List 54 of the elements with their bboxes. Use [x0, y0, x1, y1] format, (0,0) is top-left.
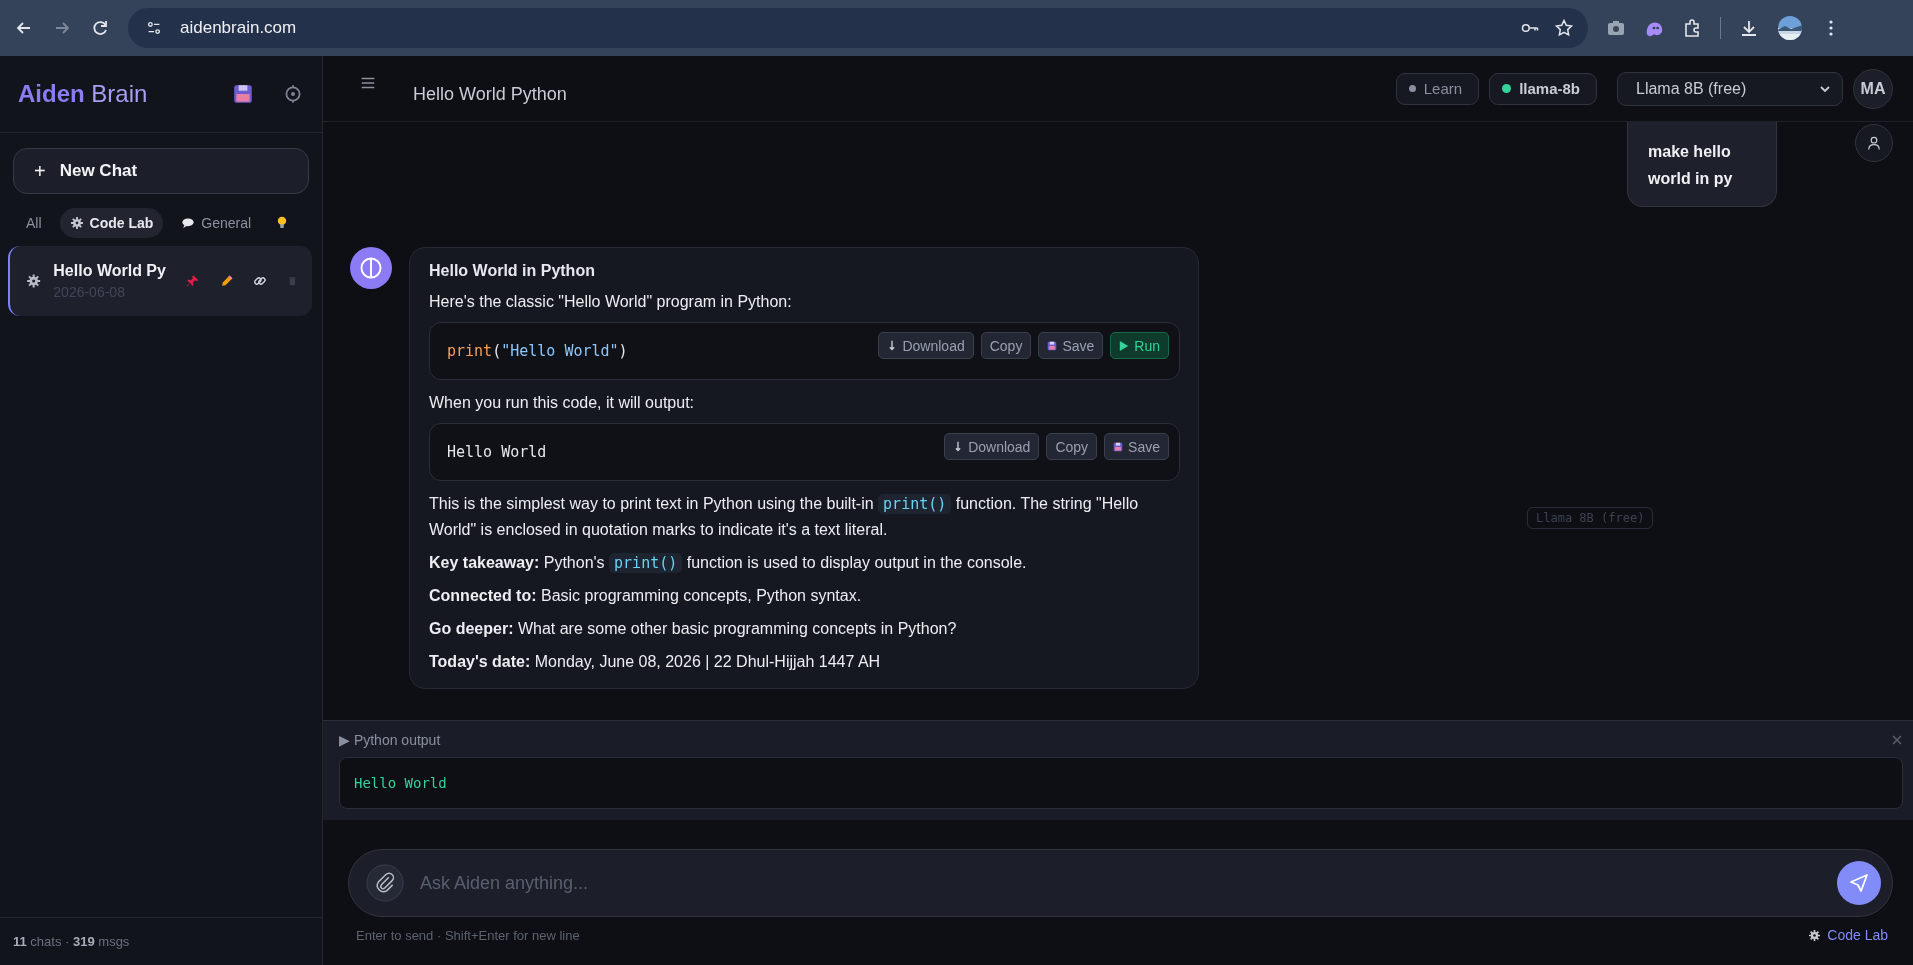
response-paragraph: When you run this code, it will output:: [429, 393, 696, 413]
model-select[interactable]: Llama 8B (free): [1617, 71, 1843, 106]
paperclip-icon[interactable]: [366, 864, 404, 902]
copy-button[interactable]: Copy: [980, 332, 1032, 359]
message-field[interactable]: Ask Aiden anything...: [348, 849, 1893, 917]
mode-link[interactable]: Code Lab: [1808, 927, 1888, 943]
response-paragraph: Here's the classic "Hello World" program in Python:: [429, 292, 793, 312]
code-text: print("Hello World"): [447, 342, 628, 360]
close-icon[interactable]: [1891, 734, 1903, 746]
learn-toggle[interactable]: Learn: [1395, 72, 1480, 105]
filter-tab[interactable]: General: [171, 208, 262, 238]
puzzle-icon[interactable]: [1682, 18, 1702, 38]
gear-icon: [69, 216, 84, 230]
gear-icon: [26, 271, 42, 291]
app-logo: Aiden Brain: [18, 80, 149, 108]
response-paragraph: Connected to: Basic programming concepts, Python syntax.: [429, 586, 863, 606]
new-chat-button[interactable]: + New Chat: [13, 148, 309, 194]
save-button[interactable]: Save: [1038, 332, 1104, 359]
camera-icon[interactable]: [1606, 18, 1626, 38]
address-bar[interactable]: aidenbrain.com: [128, 8, 1588, 48]
star-icon[interactable]: [1554, 18, 1574, 38]
run-button[interactable]: Run: [1110, 332, 1169, 359]
chat-stats: 11 chats · 319 msgs: [13, 934, 130, 949]
filter-tab[interactable]: All: [16, 208, 52, 238]
download-icon[interactable]: [1739, 18, 1759, 38]
gear-icon: [1808, 928, 1822, 942]
input-hint: Enter to send · Shift+Enter for new line: [356, 927, 580, 943]
chat-title: Hello World Python: [413, 84, 567, 105]
speech-bubble-icon: [181, 216, 196, 230]
user-message: make hello world in py: [1627, 122, 1777, 207]
response-paragraph: Go deeper: What are some other basic programming concepts in Python?: [429, 619, 958, 639]
save-button[interactable]: Save: [1104, 433, 1169, 460]
response-paragraph: Today's date: Monday, June 08, 2026 | 22 Dhul-Hijjah 1447 AH: [429, 652, 882, 672]
download-button[interactable]: Download: [878, 332, 974, 359]
filter-tab[interactable]: Code Lab: [59, 208, 164, 238]
brain-icon: [350, 247, 392, 289]
copy-button[interactable]: Copy: [1046, 433, 1098, 460]
reload-icon[interactable]: [90, 18, 110, 38]
message-input[interactable]: Ask Aiden anything...: [418, 871, 1823, 895]
response-paragraph: Key takeaway: Python's print() function is used to display output in the console.: [429, 552, 1028, 575]
user-icon: [1855, 124, 1893, 162]
response-paragraph: This is the simplest way to print text in Python using the built-in print() function. The string "Hello World" is enclosed in quotation marks to indicate it's a text literal.: [429, 493, 1140, 540]
response-heading: Hello World in Python: [429, 262, 596, 280]
code-text: Hello World: [447, 443, 547, 461]
url-text: aidenbrain.com: [180, 18, 297, 38]
output-panel-title[interactable]: ▶ Python output: [339, 732, 441, 748]
model-tag: Llama 8B (free): [1527, 507, 1654, 529]
chat-title: Hello World Py: [53, 262, 166, 280]
download-button[interactable]: Download: [944, 433, 1040, 460]
model-name: llama-8b: [1519, 80, 1580, 97]
output-text: Hello World: [354, 775, 447, 791]
play-icon: [1119, 339, 1130, 352]
send-button[interactable]: [1837, 861, 1881, 905]
user-avatar[interactable]: MA: [1853, 68, 1893, 109]
